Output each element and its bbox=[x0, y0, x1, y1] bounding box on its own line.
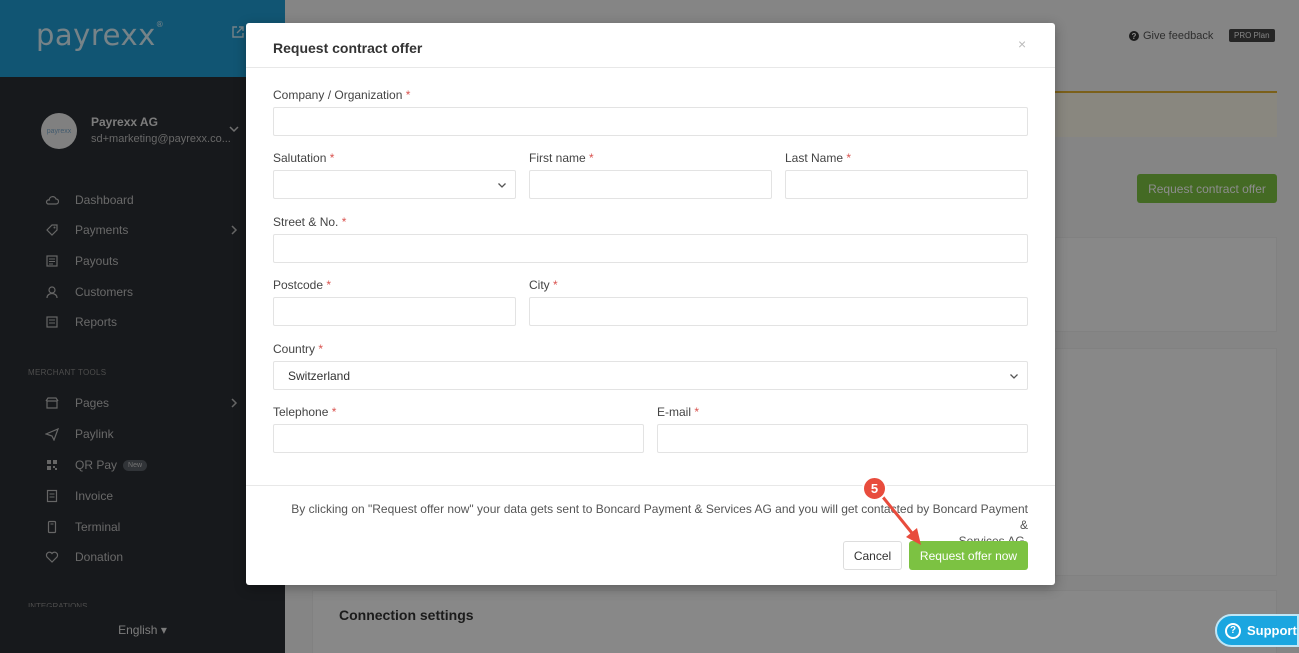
company-field[interactable] bbox=[273, 107, 1028, 136]
modal-title: Request contract offer bbox=[273, 40, 423, 56]
email-field[interactable] bbox=[657, 424, 1028, 453]
telephone-label: Telephone * bbox=[273, 405, 337, 419]
last-name-label: Last Name * bbox=[785, 151, 852, 165]
telephone-field[interactable] bbox=[273, 424, 644, 453]
support-label: Support bbox=[1247, 623, 1297, 638]
support-button[interactable]: ? Support bbox=[1215, 614, 1299, 647]
city-label: City * bbox=[529, 278, 558, 292]
first-name-label: First name * bbox=[529, 151, 594, 165]
postcode-field[interactable] bbox=[273, 297, 516, 326]
country-label: Country * bbox=[273, 342, 324, 356]
chevron-down-icon bbox=[498, 183, 506, 188]
cancel-button[interactable]: Cancel bbox=[843, 541, 902, 570]
salutation-select[interactable] bbox=[273, 170, 516, 199]
modal-header: Request contract offer × bbox=[246, 23, 1055, 68]
request-offer-now-button[interactable]: Request offer now bbox=[909, 541, 1028, 570]
company-label: Company / Organization * bbox=[273, 88, 411, 102]
first-name-field[interactable] bbox=[529, 170, 772, 199]
country-value: Switzerland bbox=[288, 368, 351, 383]
modal-footer: By clicking on "Request offer now" your … bbox=[246, 485, 1055, 585]
street-field[interactable] bbox=[273, 234, 1028, 263]
help-icon: ? bbox=[1225, 622, 1241, 639]
close-icon[interactable]: × bbox=[1018, 36, 1026, 52]
postcode-label: Postcode * bbox=[273, 278, 332, 292]
chevron-down-icon bbox=[1010, 374, 1018, 379]
salutation-label: Salutation * bbox=[273, 151, 335, 165]
email-label: E-mail * bbox=[657, 405, 700, 419]
last-name-field[interactable] bbox=[785, 170, 1028, 199]
step-number-badge: 5 bbox=[862, 476, 887, 501]
street-label: Street & No. * bbox=[273, 215, 347, 229]
city-field[interactable] bbox=[529, 297, 1028, 326]
request-contract-offer-modal: Request contract offer × Company / Organ… bbox=[246, 23, 1055, 585]
country-select[interactable]: Switzerland bbox=[273, 361, 1028, 390]
